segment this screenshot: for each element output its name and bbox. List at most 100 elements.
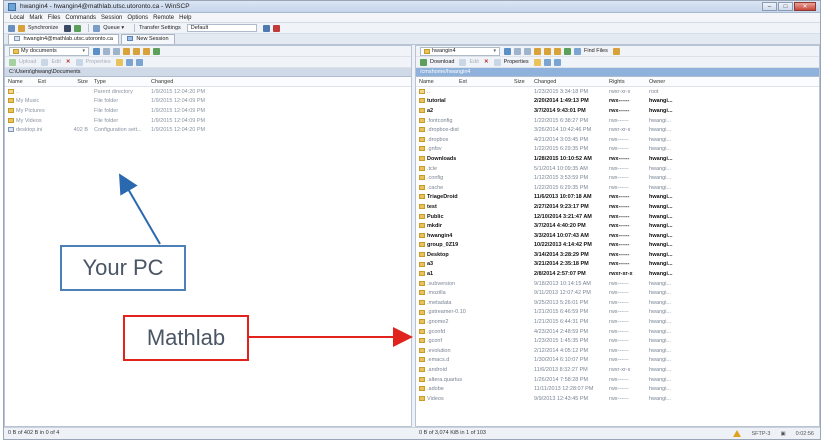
table-row[interactable]: Desktop 3/14/2014 3:28:29 PM rwx------ hwan… — [416, 250, 819, 260]
warning-icon[interactable] — [733, 430, 742, 437]
table-row[interactable]: .fontconfig 1/22/2015 6:38:27 PM rwx------… — [416, 116, 819, 126]
table-row[interactable]: .metadata 9/25/2013 5:26:01 PM rwx------ hw… — [416, 298, 819, 308]
refresh-icon[interactable] — [564, 47, 571, 55]
table-row[interactable]: .altera.quartus 1/26/2014 7:58:28 PM rwx--… — [416, 375, 819, 385]
menu-commands[interactable]: Commands — [65, 15, 96, 21]
table-row[interactable]: .subversion 9/18/2013 10:14:15 AM rwx-----… — [416, 279, 819, 289]
transfer-settings-select[interactable]: Default — [186, 24, 257, 32]
filter-icon[interactable] — [504, 47, 511, 55]
menu-remote[interactable]: Remote — [153, 15, 174, 21]
transfer-options-icon[interactable] — [262, 24, 270, 32]
table-row[interactable]: hwangin4 3/3/2014 10:07:43 AM rwx------ hwa… — [416, 231, 819, 241]
properties-button[interactable]: Properties — [504, 59, 529, 65]
column-type[interactable]: Type — [91, 79, 148, 85]
filter-icon[interactable] — [93, 47, 100, 55]
table-row[interactable]: a2 3/7/2014 9:43:01 PM rwx------ hwangi... — [416, 106, 819, 116]
table-row[interactable]: .dropbox-dist 3/26/2014 10:42:46 PM rwxr-x… — [416, 125, 819, 135]
column-name[interactable]: Name — [416, 79, 456, 85]
local-path[interactable]: C:\Users\ghwang\Documents — [5, 68, 411, 77]
table-row[interactable]: Downloads 1/28/2015 10:10:52 AM rwx------ h… — [416, 154, 819, 164]
maximize-button[interactable]: □ — [778, 2, 793, 11]
column-size[interactable]: Size — [57, 79, 91, 85]
download-button[interactable]: Download — [430, 59, 454, 65]
refresh-icon[interactable] — [153, 47, 160, 55]
properties-button[interactable]: Properties — [86, 59, 111, 65]
preferences-icon[interactable] — [8, 24, 15, 32]
root-directory-icon[interactable] — [133, 47, 140, 55]
table-row[interactable]: .evolution 2/12/2014 4:05:12 PM rwx------ h… — [416, 346, 819, 356]
table-row[interactable]: .gstreamer-0.10 1/21/2015 6:46:59 PM rwx--… — [416, 308, 819, 318]
column-ext[interactable]: Ext — [456, 79, 511, 85]
putty-icon[interactable] — [74, 24, 82, 32]
queue-button[interactable]: Queue ▾ — [103, 25, 124, 31]
column-size[interactable]: Size — [511, 79, 531, 85]
table-row[interactable]: .. Parent directory 1/9/2015 12:04:20 PM — [5, 87, 411, 97]
table-row[interactable]: .adobe 11/11/2013 12:28:07 PM rwx------ hwa… — [416, 384, 819, 394]
table-row[interactable]: My Videos File folder 1/9/2015 12:04:09 … — [5, 116, 411, 126]
table-row[interactable]: Public 12/10/2014 3:21:47 AM rwx------ hwan… — [416, 212, 819, 222]
table-row[interactable]: .gnfsv 1/22/2015 6:29:35 PM rwx------ hwang… — [416, 145, 819, 155]
select-all-icon[interactable] — [125, 58, 133, 66]
column-name[interactable]: Name — [5, 79, 35, 85]
remote-directory-select[interactable]: hwangin4 ▾ — [420, 46, 500, 56]
back-icon[interactable] — [103, 47, 110, 55]
table-row[interactable]: .cache 1/22/2015 6:29:35 PM rwx------ hwang… — [416, 183, 819, 193]
column-changed[interactable]: Changed — [531, 79, 606, 85]
remote-path[interactable]: /cmshome/hwangin4 — [416, 68, 819, 77]
delete-icon[interactable]: ✕ — [66, 59, 71, 65]
forward-icon[interactable] — [524, 47, 531, 55]
column-ext[interactable]: Ext — [35, 79, 57, 85]
table-row[interactable]: .gnome2 1/21/2015 6:44:31 PM rwx------ hwan… — [416, 317, 819, 327]
tab-session-mathlab[interactable]: hwangin4@mathlab.utsc.utoronto.ca — [8, 34, 119, 44]
select-all-icon[interactable] — [543, 58, 551, 66]
column-changed[interactable]: Changed — [148, 79, 228, 85]
table-row[interactable]: a1 2/8/2014 2:57:07 PM rwxr-xr-x hwangi... — [416, 269, 819, 279]
menu-options[interactable]: Options — [127, 15, 148, 21]
close-button[interactable]: ✕ — [794, 2, 816, 11]
menu-local[interactable]: Local — [10, 15, 24, 21]
menu-mark[interactable]: Mark — [29, 15, 42, 21]
table-row[interactable]: TriageDroid 11/6/2013 10:07:18 AM rwx-----… — [416, 193, 819, 203]
upload-button[interactable]: Upload — [19, 59, 36, 65]
console-icon[interactable] — [64, 24, 72, 32]
root-directory-icon[interactable] — [544, 47, 551, 55]
table-row[interactable]: .config 1/12/2015 3:53:59 PM rwx------ hwan… — [416, 173, 819, 183]
new-folder-icon[interactable] — [115, 58, 123, 66]
unselect-icon[interactable] — [553, 58, 561, 66]
back-icon[interactable] — [514, 47, 521, 55]
parent-directory-icon[interactable] — [123, 47, 130, 55]
menu-session[interactable]: Session — [101, 15, 122, 21]
synchronize-button[interactable]: Synchronize — [28, 25, 58, 31]
table-row[interactable]: desktop.ini 402 B Configuration sett... … — [5, 125, 411, 135]
find-files-button[interactable]: Find Files — [584, 48, 608, 54]
table-row[interactable]: group_0Z19 10/22/2013 4:14:42 PM rwx------… — [416, 241, 819, 251]
session-color-icon[interactable] — [272, 24, 280, 32]
delete-icon[interactable]: ✕ — [484, 59, 489, 65]
table-row[interactable]: .dropbox 4/21/2014 3:03:45 PM rwx------ hwa… — [416, 135, 819, 145]
table-row[interactable]: My Pictures File folder 1/9/2015 12:04:0… — [5, 106, 411, 116]
column-owner[interactable]: Owner — [646, 79, 696, 85]
menu-files[interactable]: Files — [48, 15, 61, 21]
table-row[interactable]: .. 1/23/2015 3:34:18 PM rwxr-xr-x root — [416, 87, 819, 97]
unselect-icon[interactable] — [135, 58, 143, 66]
parent-directory-icon[interactable] — [534, 47, 541, 55]
table-row[interactable]: .gconf 1/23/2015 1:45:35 PM rwx------ hwang… — [416, 336, 819, 346]
minimize-button[interactable]: – — [762, 2, 777, 11]
table-row[interactable]: a3 3/21/2014 2:35:18 PM rwx------ hwangi... — [416, 260, 819, 270]
bookmark-icon[interactable] — [612, 47, 620, 55]
table-row[interactable]: My Music File folder 1/9/2015 12:04:09 P… — [5, 97, 411, 107]
table-row[interactable]: .tcle 5/1/2014 10:09:35 AM rwx------ hwangi… — [416, 164, 819, 174]
new-folder-icon[interactable] — [533, 58, 541, 66]
local-drive-select[interactable]: My documents ▾ — [9, 46, 89, 56]
home-directory-icon[interactable] — [143, 47, 150, 55]
edit-button[interactable]: Edit — [51, 59, 60, 65]
tab-new-session[interactable]: New Session — [120, 34, 175, 44]
table-row[interactable]: .gconfd 4/23/2014 2:48:59 PM rwx------ hwan… — [416, 327, 819, 337]
table-row[interactable]: test 2/27/2014 9:23:17 PM rwx------ hwangi.… — [416, 202, 819, 212]
table-row[interactable]: .android 11/6/2013 8:32:27 PM rwxr-xr-x hwa… — [416, 365, 819, 375]
table-row[interactable]: Videos 9/9/2013 12:43:45 PM rwx------ hwang… — [416, 394, 819, 404]
menu-help[interactable]: Help — [179, 15, 191, 21]
table-row[interactable]: tutorial 2/20/2014 1:49:13 PM rwx------ hwa… — [416, 97, 819, 107]
edit-button[interactable]: Edit — [469, 59, 478, 65]
home-directory-icon[interactable] — [554, 47, 561, 55]
